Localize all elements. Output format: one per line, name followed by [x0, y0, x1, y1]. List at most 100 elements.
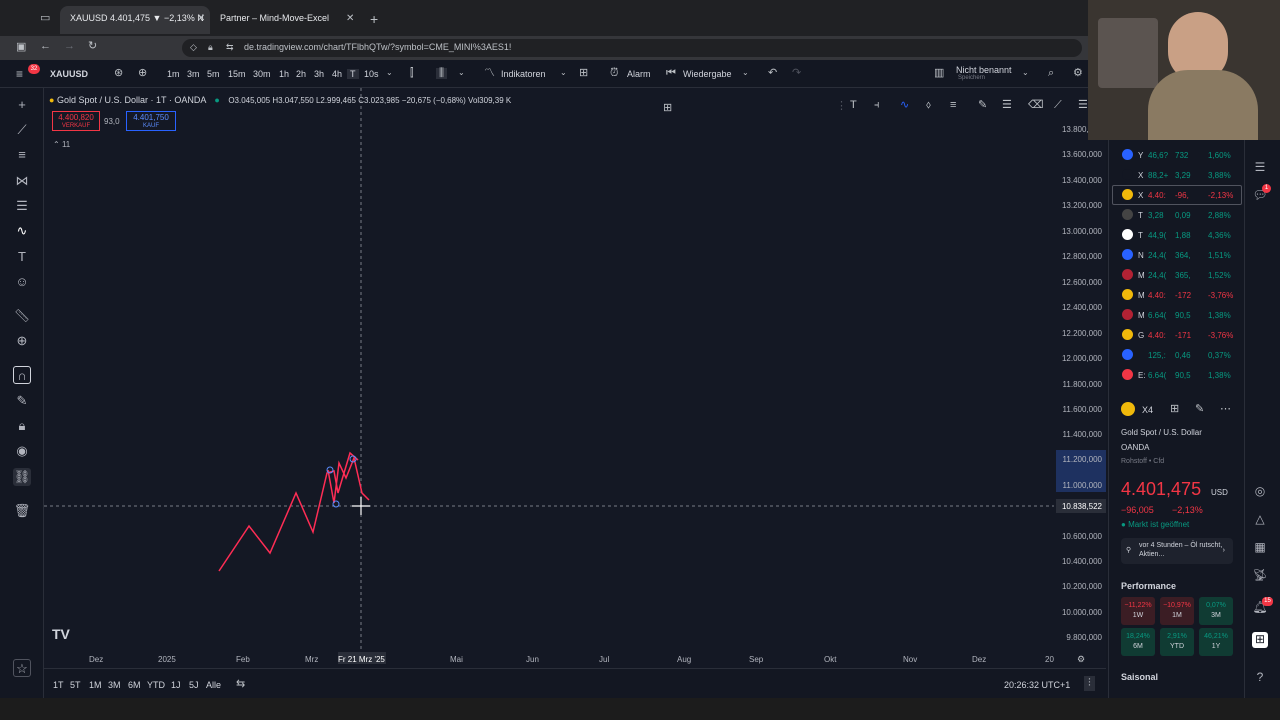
new-tab-icon[interactable]: + [370, 12, 378, 26]
watchlist-row[interactable]: T 3,28 0,09 2,88% [1112, 205, 1242, 225]
drawn-path[interactable] [218, 451, 359, 572]
undo-icon[interactable]: ↶ [768, 68, 777, 79]
eraser-icon[interactable]: ⌫ [1028, 100, 1044, 111]
templates-icon[interactable]: ⊞ [579, 68, 588, 79]
fib-icon[interactable]: ≡ [13, 146, 31, 164]
interval-3m[interactable]: 3m [187, 69, 200, 79]
url-input[interactable]: ◇ 🔒︎ ⇆ de.tradingview.com/chart/TFlbhQTw… [182, 39, 1082, 57]
performance-tile[interactable]: 46,21% 1Y [1199, 628, 1233, 656]
zoom-icon[interactable]: ⊕ [13, 332, 31, 350]
close-tab-icon[interactable]: ✕ [346, 14, 354, 24]
legend-title[interactable]: Gold Spot / U.S. Dollar · 1T · OANDA [57, 95, 206, 105]
watchlist-row[interactable]: E: 6.64(90,5 1,38% [1112, 365, 1242, 385]
range-1m[interactable]: 1M [89, 680, 102, 690]
align-icon[interactable]: ⫞ [874, 100, 880, 111]
interval-15m[interactable]: 15m [228, 69, 246, 79]
performance-tile[interactable]: 2,91% YTD [1160, 628, 1194, 656]
back-icon[interactable]: ← [40, 41, 51, 52]
broadcast-icon[interactable]: 📡︎ [1252, 568, 1268, 584]
redo-icon[interactable]: ↷ [792, 68, 801, 79]
tab-partner[interactable]: Partner – Mind-Move-Excel [210, 6, 355, 34]
pencil-icon[interactable]: ✎ [978, 100, 987, 111]
range-1y[interactable]: 1J [171, 680, 181, 690]
fill-icon[interactable]: ⬨ [926, 100, 931, 111]
chevron-down-icon[interactable]: ⌄ [458, 69, 465, 77]
indicators-button[interactable]: Indikatoren [501, 69, 546, 79]
range-3m[interactable]: 3M [108, 680, 121, 690]
detail-symbol[interactable]: X4 [1142, 405, 1153, 415]
watchlist-row[interactable]: T 44,9(1,88 4,36% [1112, 225, 1242, 245]
pattern-icon[interactable]: ⋈ [13, 172, 31, 190]
tab-xauusd[interactable]: XAUUSD 4.401,475 ▼ −2,13% N [60, 6, 210, 34]
performance-tile[interactable]: 0,07% 3M [1199, 597, 1233, 625]
chevron-down-icon[interactable]: ⌄ [1022, 69, 1029, 77]
watchlist-row[interactable]: 125,: 0,46 0,37% [1112, 345, 1242, 365]
range-5d[interactable]: 5T [70, 680, 81, 690]
replay-button[interactable]: Wiedergabe [683, 69, 732, 79]
layout-icon[interactable]: ▥ [934, 68, 944, 79]
sidebar-icon[interactable]: ▭ [40, 13, 50, 24]
magnet-icon[interactable]: ∩ [13, 366, 31, 384]
object-tree-icon[interactable]: ⊞ [663, 103, 672, 114]
list-icon[interactable]: ☰ [1002, 100, 1012, 111]
interval-1h[interactable]: 1h [279, 69, 289, 79]
chevron-down-icon[interactable]: ⌄ [386, 69, 393, 77]
chevron-down-icon[interactable]: ⌄ [742, 69, 749, 77]
interval-1m[interactable]: 1m [167, 69, 180, 79]
chart-canvas[interactable]: TV [44, 88, 1106, 668]
layout-name[interactable]: Nicht benannt [956, 65, 1012, 75]
price-axis[interactable]: 13.800,000 13.600,000 13.400,000 13.200,… [1056, 88, 1106, 658]
search-icon[interactable]: ⌕ [1048, 68, 1054, 79]
clock[interactable]: 20:26:32 UTC+1 [1004, 680, 1070, 690]
trendline-icon[interactable]: ⟋ [13, 121, 31, 139]
eye-icon[interactable]: ◉ [13, 442, 31, 460]
goto-date-icon[interactable]: ⇆ [236, 679, 245, 690]
watchlist-row[interactable]: M 4.40: -172 -3,76% [1112, 285, 1242, 305]
crosshair-icon[interactable]: + [13, 96, 31, 114]
drawn-path-2[interactable] [327, 455, 370, 504]
interval-2h[interactable]: 2h [296, 69, 306, 79]
text-tool-icon[interactable]: T [850, 100, 857, 111]
settings-icon[interactable]: ⚙ [1073, 68, 1083, 79]
line-color-icon[interactable]: ∿ [900, 100, 909, 111]
pencil-lock-icon[interactable]: ✎ [13, 392, 31, 410]
watchlist-row[interactable]: M 24,4(365, 1,52% [1112, 265, 1242, 285]
sell-button[interactable]: 4.400,820 VERKAUF [52, 111, 100, 131]
range-6m[interactable]: 6M [128, 680, 141, 690]
interval-5m[interactable]: 5m [207, 69, 220, 79]
news-card[interactable]: ⚲ vor 4 Stunden – Öl rutscht, Aktien... … [1121, 538, 1233, 564]
watchlist-icon[interactable]: ☰ [1252, 160, 1268, 176]
interval-10s[interactable]: 10s [364, 69, 379, 79]
tabs-icon[interactable]: ▣ [16, 42, 26, 53]
reload-icon[interactable]: ↻ [88, 41, 97, 52]
link-icon[interactable]: ⛓︎ [13, 468, 31, 486]
text-icon[interactable]: T [13, 248, 31, 266]
interval-3h[interactable]: 3h [314, 69, 324, 79]
range-1d[interactable]: 1T [53, 680, 64, 690]
ruler-icon[interactable]: 📏︎ [13, 307, 31, 325]
performance-tile[interactable]: −10,97% 1M [1160, 597, 1194, 625]
range-5y[interactable]: 5J [189, 680, 199, 690]
edit-icon[interactable]: ✎ [1195, 404, 1204, 415]
compare-icon[interactable]: ⊕ [138, 68, 147, 79]
symbol-search[interactable]: XAUUSD [50, 69, 88, 79]
watchlist-row[interactable]: G 4.40: -171 -3,76% [1112, 325, 1242, 345]
watchlist-row[interactable]: X 88,2+ 3,29 3,88% [1112, 165, 1242, 185]
sidepanel-toggle-icon[interactable]: ⫶ [1084, 676, 1095, 691]
anchor-point[interactable] [332, 500, 340, 508]
emoji-icon[interactable]: ☺ [13, 273, 31, 291]
range-ytd[interactable]: YTD [147, 680, 165, 690]
interval-4h[interactable]: 4h [332, 69, 342, 79]
brush-icon[interactable]: ∿ [13, 222, 31, 240]
lock-icon[interactable]: 🔒︎ [13, 417, 31, 435]
axis-settings-icon[interactable]: ⚙ [1077, 655, 1085, 664]
bar-style-icon[interactable]: ⫿ [410, 68, 414, 79]
menu-icon[interactable]: ≡ [16, 68, 23, 80]
apps-icon[interactable]: ⊞ [1252, 632, 1268, 648]
interval-30m[interactable]: 30m [253, 69, 271, 79]
help-icon[interactable]: ? [1252, 670, 1268, 686]
more-icon[interactable]: ⋯ [1220, 404, 1231, 415]
watchlist-row[interactable]: M 6.64(90,5 1,38% [1112, 305, 1242, 325]
grid-icon[interactable]: ⊞ [1170, 404, 1179, 415]
performance-tile[interactable]: 18,24% 6M [1121, 628, 1155, 656]
